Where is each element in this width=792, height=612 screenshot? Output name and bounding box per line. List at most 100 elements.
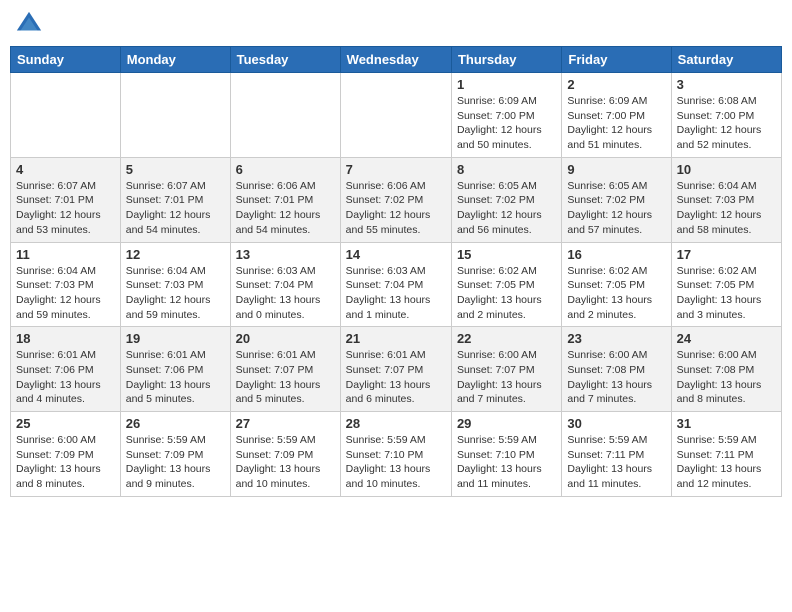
calendar-table: SundayMondayTuesdayWednesdayThursdayFrid… xyxy=(10,46,782,497)
calendar-cell: 29 Sunrise: 5:59 AM Sunset: 7:10 PM Dayli… xyxy=(451,412,561,497)
day-number: 25 xyxy=(16,416,115,431)
weekday-header-monday: Monday xyxy=(120,47,230,73)
day-info: Sunrise: 6:01 AM Sunset: 7:07 PM Dayligh… xyxy=(236,348,335,407)
calendar-cell: 27 Sunrise: 5:59 AM Sunset: 7:09 PM Dayli… xyxy=(230,412,340,497)
weekday-header-thursday: Thursday xyxy=(451,47,561,73)
page-header xyxy=(10,10,782,38)
weekday-header-row: SundayMondayTuesdayWednesdayThursdayFrid… xyxy=(11,47,782,73)
calendar-cell: 17Sunrise: 6:02 AM Sunset: 7:05 PM Dayli… xyxy=(671,242,781,327)
day-number: 28 xyxy=(346,416,446,431)
calendar-cell: 15 Sunrise: 6:02 AM Sunset: 7:05 PM Dayli… xyxy=(451,242,561,327)
logo-icon xyxy=(15,10,43,38)
calendar-cell xyxy=(340,73,451,158)
day-info: Sunrise: 6:06 AM Sunset: 7:01 PM Dayligh… xyxy=(236,179,335,238)
calendar-cell: 26 Sunrise: 5:59 AM Sunset: 7:09 PM Dayli… xyxy=(120,412,230,497)
calendar-cell: 24Sunrise: 6:00 AM Sunset: 7:08 PM Dayli… xyxy=(671,327,781,412)
day-number: 1 xyxy=(457,77,556,92)
day-info: Sunrise: 6:04 AM Sunset: 7:03 PM Dayligh… xyxy=(126,264,225,323)
day-number: 11 xyxy=(16,247,115,262)
calendar-cell xyxy=(230,73,340,158)
day-number: 13 xyxy=(236,247,335,262)
calendar-cell: 3 Sunrise: 6:08 AM Sunset: 7:00 PM Daylig… xyxy=(671,73,781,158)
day-info: Sunrise: 6:09 AM Sunset: 7:00 PM Dayligh… xyxy=(457,94,556,153)
calendar-cell: 19Sunrise: 6:01 AM Sunset: 7:06 PM Dayli… xyxy=(120,327,230,412)
day-number: 18 xyxy=(16,331,115,346)
calendar-cell: 31 Sunrise: 5:59 AM Sunset: 7:11 PM Dayli… xyxy=(671,412,781,497)
day-info: Sunrise: 6:07 AM Sunset: 7:01 PM Dayligh… xyxy=(126,179,225,238)
calendar-cell: 6 Sunrise: 6:06 AM Sunset: 7:01 PM Daylig… xyxy=(230,157,340,242)
calendar-cell: 9 Sunrise: 6:05 AM Sunset: 7:02 PM Daylig… xyxy=(562,157,671,242)
calendar-week-row: 4 Sunrise: 6:07 AM Sunset: 7:01 PM Daylig… xyxy=(11,157,782,242)
day-number: 10 xyxy=(677,162,776,177)
day-info: Sunrise: 5:59 AM Sunset: 7:11 PM Dayligh… xyxy=(677,433,776,492)
calendar-week-row: 11 Sunrise: 6:04 AM Sunset: 7:03 PM Dayli… xyxy=(11,242,782,327)
day-number: 9 xyxy=(567,162,665,177)
day-info: Sunrise: 5:59 AM Sunset: 7:09 PM Dayligh… xyxy=(236,433,335,492)
day-number: 20 xyxy=(236,331,335,346)
day-info: Sunrise: 6:04 AM Sunset: 7:03 PM Dayligh… xyxy=(16,264,115,323)
calendar-cell: 28 Sunrise: 5:59 AM Sunset: 7:10 PM Dayli… xyxy=(340,412,451,497)
day-info: Sunrise: 6:08 AM Sunset: 7:00 PM Dayligh… xyxy=(677,94,776,153)
calendar-cell: 8 Sunrise: 6:05 AM Sunset: 7:02 PM Daylig… xyxy=(451,157,561,242)
day-number: 6 xyxy=(236,162,335,177)
day-number: 12 xyxy=(126,247,225,262)
weekday-header-wednesday: Wednesday xyxy=(340,47,451,73)
calendar-cell: 13 Sunrise: 6:03 AM Sunset: 7:04 PM Dayli… xyxy=(230,242,340,327)
day-info: Sunrise: 6:05 AM Sunset: 7:02 PM Dayligh… xyxy=(567,179,665,238)
day-info: Sunrise: 5:59 AM Sunset: 7:10 PM Dayligh… xyxy=(346,433,446,492)
calendar-cell: 1 Sunrise: 6:09 AM Sunset: 7:00 PM Daylig… xyxy=(451,73,561,158)
day-info: Sunrise: 6:00 AM Sunset: 7:08 PM Dayligh… xyxy=(567,348,665,407)
day-info: Sunrise: 6:04 AM Sunset: 7:03 PM Dayligh… xyxy=(677,179,776,238)
day-number: 27 xyxy=(236,416,335,431)
calendar-cell: 11 Sunrise: 6:04 AM Sunset: 7:03 PM Dayli… xyxy=(11,242,121,327)
calendar-cell: 10 Sunrise: 6:04 AM Sunset: 7:03 PM Dayli… xyxy=(671,157,781,242)
weekday-header-friday: Friday xyxy=(562,47,671,73)
day-number: 5 xyxy=(126,162,225,177)
calendar-week-row: 1 Sunrise: 6:09 AM Sunset: 7:00 PM Daylig… xyxy=(11,73,782,158)
day-info: Sunrise: 6:06 AM Sunset: 7:02 PM Dayligh… xyxy=(346,179,446,238)
day-number: 16 xyxy=(567,247,665,262)
day-number: 30 xyxy=(567,416,665,431)
calendar-cell: 30 Sunrise: 5:59 AM Sunset: 7:11 PM Dayli… xyxy=(562,412,671,497)
calendar-cell: 7Sunrise: 6:06 AM Sunset: 7:02 PM Daylig… xyxy=(340,157,451,242)
calendar-cell xyxy=(11,73,121,158)
day-number: 29 xyxy=(457,416,556,431)
calendar-cell xyxy=(120,73,230,158)
day-number: 22 xyxy=(457,331,556,346)
logo xyxy=(15,10,46,38)
day-number: 14 xyxy=(346,247,446,262)
day-number: 23 xyxy=(567,331,665,346)
day-info: Sunrise: 6:00 AM Sunset: 7:09 PM Dayligh… xyxy=(16,433,115,492)
day-info: Sunrise: 6:02 AM Sunset: 7:05 PM Dayligh… xyxy=(567,264,665,323)
calendar-cell: 5 Sunrise: 6:07 AM Sunset: 7:01 PM Daylig… xyxy=(120,157,230,242)
calendar-cell: 4Sunrise: 6:07 AM Sunset: 7:01 PM Daylig… xyxy=(11,157,121,242)
day-number: 15 xyxy=(457,247,556,262)
day-info: Sunrise: 6:02 AM Sunset: 7:05 PM Dayligh… xyxy=(457,264,556,323)
calendar-cell: 25 Sunrise: 6:00 AM Sunset: 7:09 PM Dayli… xyxy=(11,412,121,497)
day-number: 4 xyxy=(16,162,115,177)
weekday-header-sunday: Sunday xyxy=(11,47,121,73)
day-number: 31 xyxy=(677,416,776,431)
weekday-header-saturday: Saturday xyxy=(671,47,781,73)
day-number: 8 xyxy=(457,162,556,177)
calendar-cell: 16 Sunrise: 6:02 AM Sunset: 7:05 PM Dayli… xyxy=(562,242,671,327)
day-info: Sunrise: 6:02 AM Sunset: 7:05 PM Dayligh… xyxy=(677,264,776,323)
day-info: Sunrise: 5:59 AM Sunset: 7:10 PM Dayligh… xyxy=(457,433,556,492)
calendar-cell: 2Sunrise: 6:09 AM Sunset: 7:00 PM Daylig… xyxy=(562,73,671,158)
day-info: Sunrise: 6:03 AM Sunset: 7:04 PM Dayligh… xyxy=(236,264,335,323)
day-info: Sunrise: 6:05 AM Sunset: 7:02 PM Dayligh… xyxy=(457,179,556,238)
calendar-week-row: 25 Sunrise: 6:00 AM Sunset: 7:09 PM Dayli… xyxy=(11,412,782,497)
day-number: 19 xyxy=(126,331,225,346)
calendar-week-row: 18Sunrise: 6:01 AM Sunset: 7:06 PM Dayli… xyxy=(11,327,782,412)
calendar-cell: 22 Sunrise: 6:00 AM Sunset: 7:07 PM Dayli… xyxy=(451,327,561,412)
day-info: Sunrise: 6:03 AM Sunset: 7:04 PM Dayligh… xyxy=(346,264,446,323)
day-number: 24 xyxy=(677,331,776,346)
day-number: 3 xyxy=(677,77,776,92)
calendar-cell: 12 Sunrise: 6:04 AM Sunset: 7:03 PM Dayli… xyxy=(120,242,230,327)
day-info: Sunrise: 6:00 AM Sunset: 7:07 PM Dayligh… xyxy=(457,348,556,407)
day-info: Sunrise: 5:59 AM Sunset: 7:11 PM Dayligh… xyxy=(567,433,665,492)
day-info: Sunrise: 5:59 AM Sunset: 7:09 PM Dayligh… xyxy=(126,433,225,492)
calendar-cell: 14 Sunrise: 6:03 AM Sunset: 7:04 PM Dayli… xyxy=(340,242,451,327)
day-number: 26 xyxy=(126,416,225,431)
calendar-cell: 23 Sunrise: 6:00 AM Sunset: 7:08 PM Dayli… xyxy=(562,327,671,412)
